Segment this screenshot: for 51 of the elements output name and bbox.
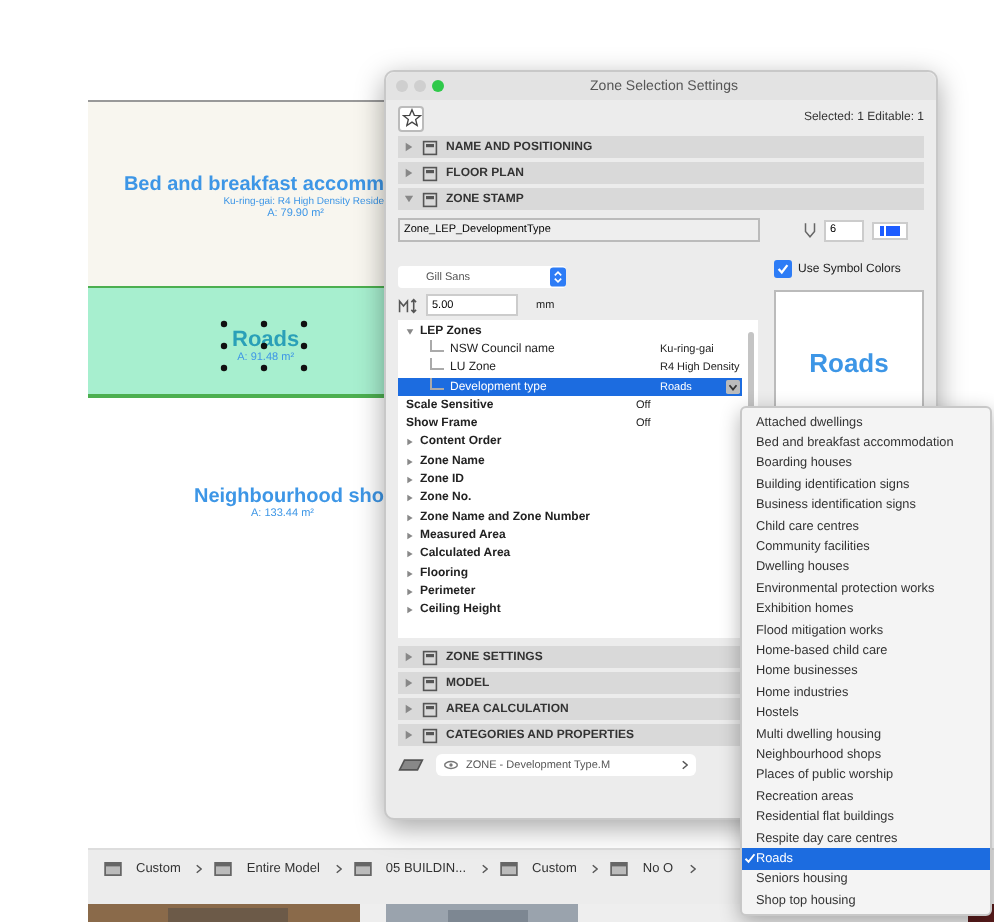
disclosure-icon[interactable] <box>404 730 414 740</box>
disclosure-icon[interactable] <box>404 194 414 204</box>
chevron-icon <box>682 760 688 770</box>
disclosure-icon[interactable] <box>404 678 414 688</box>
disclosure-icon[interactable] <box>404 168 414 178</box>
disclosure-icon[interactable] <box>406 550 414 559</box>
chevron-icon <box>196 864 203 874</box>
chevron-icon <box>592 864 599 874</box>
chevron-icon <box>689 864 696 874</box>
panel-icon <box>422 165 438 181</box>
panel-icon <box>422 139 438 155</box>
preview-text: Roads <box>809 347 889 377</box>
color-swatch-icon[interactable] <box>872 221 908 239</box>
chevron-icon <box>335 864 342 874</box>
zone-name: Bed and breakfast accomm <box>123 174 384 196</box>
disclosure-icon[interactable] <box>406 569 414 577</box>
zone-name: Roads <box>232 328 300 352</box>
disclosure-icon[interactable] <box>406 587 414 596</box>
window-icon[interactable] <box>214 862 233 876</box>
disclosure-icon[interactable] <box>406 476 414 485</box>
disclosure-icon[interactable] <box>406 438 414 447</box>
window-icon[interactable] <box>500 862 519 876</box>
panel-icon <box>422 701 438 717</box>
selection-handles-drawing[interactable] <box>220 320 308 372</box>
chevron-icon <box>482 864 489 874</box>
disclosure-icon[interactable] <box>406 606 414 615</box>
zone-name: Neighbourhood sho <box>194 486 384 508</box>
eye-icon <box>444 760 458 770</box>
disclosure-icon[interactable] <box>404 652 414 662</box>
disclosure-icon[interactable] <box>406 327 414 336</box>
pen-icon <box>804 222 816 238</box>
scrollbar[interactable] <box>748 332 754 412</box>
disclosure-icon[interactable] <box>406 457 414 466</box>
window-icon[interactable] <box>353 862 372 876</box>
stepper-icon[interactable] <box>550 266 566 288</box>
panel-icon <box>422 191 438 207</box>
slab-icon[interactable] <box>398 756 424 774</box>
favorites-button[interactable] <box>398 105 424 131</box>
window-icon[interactable] <box>610 862 629 876</box>
disclosure-icon[interactable] <box>406 513 414 522</box>
disclosure-icon[interactable] <box>406 494 414 503</box>
text-size-icon <box>398 297 420 313</box>
disclosure-icon[interactable] <box>404 142 414 152</box>
panel-icon <box>422 727 438 743</box>
panel-icon <box>422 649 438 665</box>
window-icon[interactable] <box>104 862 122 876</box>
dropdown-icon[interactable] <box>726 380 740 395</box>
panel-icon <box>422 675 438 691</box>
disclosure-icon[interactable] <box>406 531 414 540</box>
disclosure-icon[interactable] <box>404 704 414 714</box>
checkbox[interactable] <box>774 260 792 278</box>
